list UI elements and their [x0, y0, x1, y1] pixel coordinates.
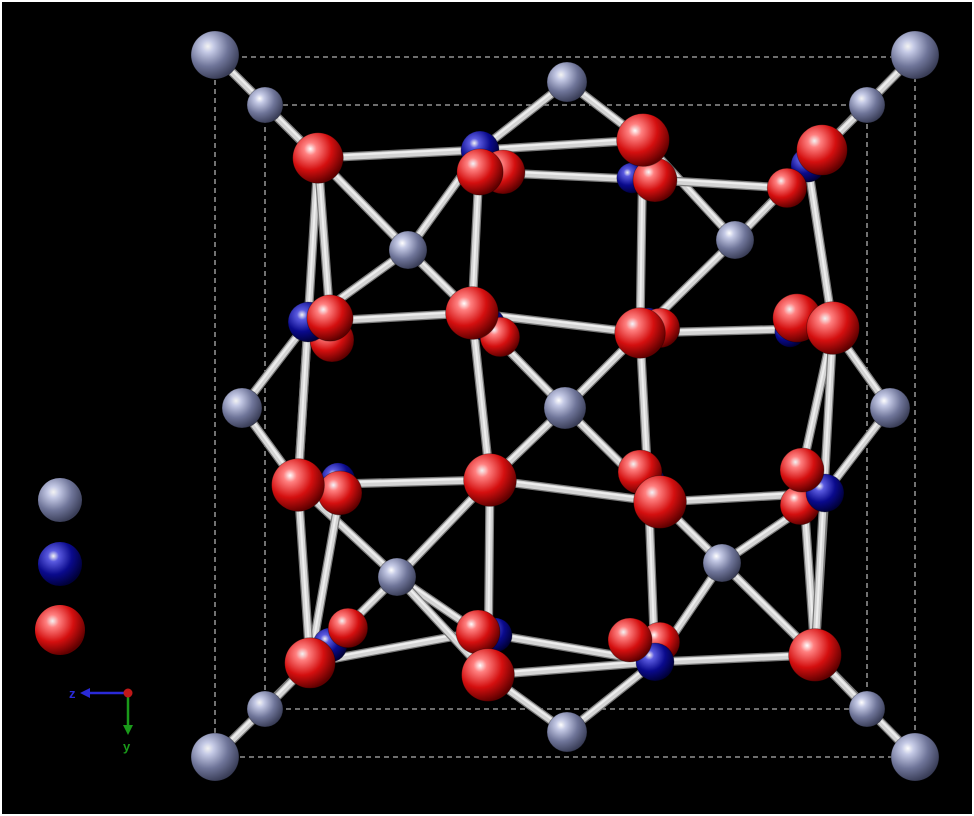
z-axis-arrowhead [80, 688, 90, 698]
atom-c[interactable] [633, 475, 687, 529]
atom-c[interactable] [271, 458, 325, 512]
atom-a[interactable] [848, 86, 886, 124]
atom-c[interactable] [455, 609, 501, 655]
legend-atom-a [38, 478, 82, 522]
z-axis-label: z [69, 686, 76, 701]
atom-a[interactable] [702, 543, 742, 583]
atom-a[interactable] [246, 86, 284, 124]
atom-a[interactable] [190, 732, 240, 782]
atom-c[interactable] [614, 307, 666, 359]
atom-a[interactable] [890, 30, 940, 80]
atom-a[interactable] [715, 220, 755, 260]
atom-legend [35, 478, 85, 655]
axes-orientation-indicator: z y [69, 686, 133, 754]
atom-a[interactable] [246, 690, 284, 728]
legend-atom-c [35, 605, 85, 655]
axis-origin [123, 688, 133, 698]
atom-c[interactable] [445, 286, 499, 340]
atom-c[interactable] [463, 453, 517, 507]
atom-c[interactable] [306, 294, 354, 342]
atom-a[interactable] [546, 61, 588, 103]
atom-c[interactable] [327, 607, 369, 649]
atom-a[interactable] [190, 30, 240, 80]
atom-c[interactable] [456, 148, 504, 196]
atom-c[interactable] [806, 301, 860, 355]
atom-c[interactable] [788, 628, 842, 682]
atom-c[interactable] [616, 113, 670, 167]
legend-atom-b [38, 542, 82, 586]
atom-c[interactable] [461, 648, 515, 702]
atom-c[interactable] [607, 617, 653, 663]
atom-c[interactable] [766, 167, 808, 209]
atom-a[interactable] [869, 387, 911, 429]
y-axis-label: y [123, 739, 131, 754]
atom-c[interactable] [284, 637, 336, 689]
atom-c[interactable] [317, 470, 363, 516]
atom-c[interactable] [796, 124, 848, 176]
atom-a[interactable] [546, 711, 588, 753]
atom-c[interactable] [292, 132, 344, 184]
atom-a[interactable] [848, 690, 886, 728]
atom-c[interactable] [779, 447, 825, 493]
atom-a[interactable] [221, 387, 263, 429]
atom-a[interactable] [543, 386, 587, 430]
atom-a[interactable] [890, 732, 940, 782]
y-axis-arrowhead [123, 725, 133, 735]
atom-a[interactable] [377, 557, 417, 597]
atom-a[interactable] [388, 230, 428, 270]
